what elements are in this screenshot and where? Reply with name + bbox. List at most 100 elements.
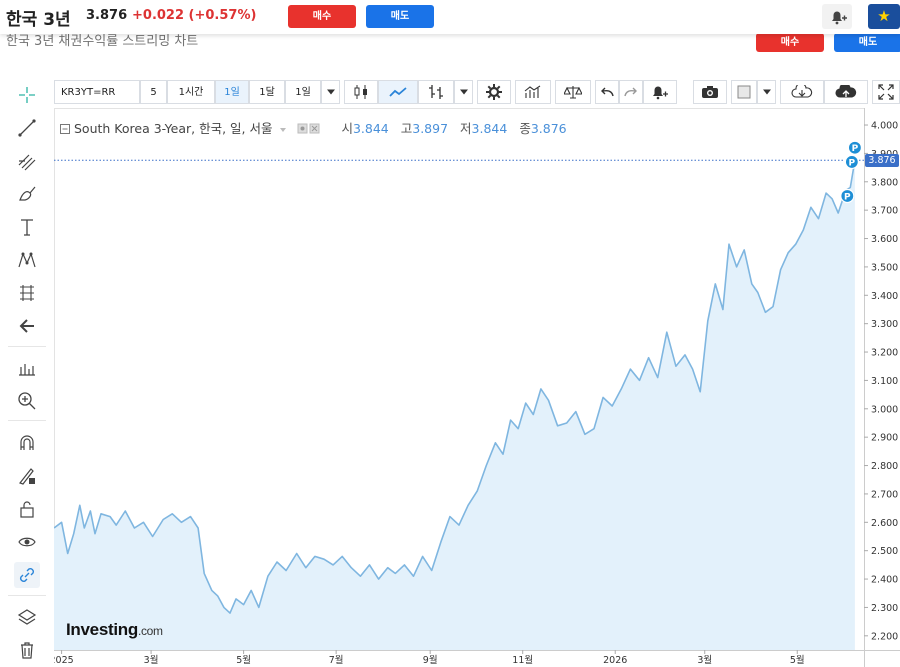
trend-line-icon	[18, 119, 36, 137]
collapse-legend-icon[interactable]	[60, 124, 70, 134]
redo-button[interactable]	[619, 80, 643, 104]
x-tick-label: 2026	[603, 655, 627, 666]
text-tool[interactable]	[14, 214, 40, 240]
investing-logo: Investing.com	[66, 620, 163, 640]
magnet-icon	[20, 435, 34, 450]
indicators-button[interactable]	[515, 80, 551, 104]
brush-icon	[19, 186, 36, 201]
x-tick-label: 9월	[423, 654, 438, 666]
watchlist-star-button[interactable]: ★	[868, 4, 900, 29]
last-price: 3.876	[86, 8, 128, 23]
fib-tool[interactable]	[14, 148, 40, 174]
trend-line-tool[interactable]	[14, 115, 40, 141]
low-label: 저	[460, 121, 472, 136]
zoom-tool[interactable]	[14, 388, 40, 414]
brush-tool[interactable]	[14, 181, 40, 207]
add-alert-button[interactable]	[822, 4, 852, 29]
interval-1month[interactable]: 1달	[249, 80, 285, 104]
interval-1day[interactable]: 1일	[215, 80, 249, 104]
legend-name: South Korea 3-Year, 한국, 일, 서울	[73, 121, 273, 136]
snapshot-button[interactable]	[693, 80, 727, 104]
layers-icon	[17, 609, 37, 625]
redo-icon	[624, 87, 637, 97]
ruler-tool[interactable]	[14, 355, 40, 381]
candles-button[interactable]	[344, 80, 378, 104]
link-icon	[20, 568, 34, 582]
lock-drawing-tool[interactable]	[14, 463, 40, 489]
color-dropdown[interactable]	[757, 80, 776, 104]
bars-button[interactable]	[418, 80, 454, 104]
crosshair-icon	[19, 87, 35, 103]
chart-type-dropdown[interactable]	[454, 80, 473, 104]
buy-button[interactable]: 매수	[288, 5, 356, 28]
x-tick-label: 3월	[697, 654, 712, 666]
layers-tool[interactable]	[14, 604, 40, 630]
interval-5[interactable]: 5	[140, 80, 167, 104]
magnet-tool[interactable]	[14, 430, 40, 456]
high-value: 3.897	[412, 121, 449, 136]
y-tick-label: 2.600	[871, 518, 898, 529]
link-tool[interactable]	[14, 562, 40, 588]
y-tick-label: 3.200	[871, 348, 898, 359]
open-label: 시	[341, 121, 353, 136]
bell-plus-icon	[832, 11, 847, 25]
y-tick-label: 3.000	[871, 404, 898, 415]
arrow-left-icon	[19, 319, 34, 333]
tool-separator	[8, 595, 46, 596]
y-tick-label: 2.500	[871, 546, 898, 557]
close-value: 3.876	[530, 121, 567, 136]
undo-button[interactable]	[595, 80, 619, 104]
y-tick-label: 2.200	[871, 631, 898, 642]
color-picker-button[interactable]	[731, 80, 757, 104]
interval-dropdown-value[interactable]: 1일	[285, 80, 321, 104]
cloud-upload-icon	[835, 85, 857, 98]
settings-button[interactable]	[477, 80, 511, 104]
chart-area[interactable]: 2.200 2.300 2.400 2.500 2.600 2.700 2.800 2.900…	[54, 108, 900, 667]
text-icon	[21, 219, 33, 236]
close-label: 종	[519, 121, 531, 136]
instrument-title: 한국 3년	[6, 10, 71, 30]
visibility-tool[interactable]	[14, 529, 40, 555]
event-marker-label: P	[849, 158, 856, 168]
caret-down-icon	[762, 89, 771, 95]
y-tick-label: 3.100	[871, 376, 898, 387]
price-change-pct: (+0.57%)	[188, 8, 257, 23]
ruler-icon	[19, 364, 35, 376]
drawing-toolbar	[0, 78, 52, 667]
pattern-tool[interactable]	[14, 247, 40, 273]
delete-tool[interactable]	[14, 637, 40, 663]
unlock-icon	[20, 501, 34, 518]
load-chart-button[interactable]	[780, 80, 824, 104]
undo-icon	[601, 87, 614, 97]
gear-icon	[486, 84, 502, 100]
fullscreen-button[interactable]	[872, 80, 900, 104]
top-bar: 한국 3년 3.876 +0.022 (+0.57%) 매수 매도 ★	[0, 0, 900, 34]
alert-button[interactable]	[643, 80, 677, 104]
back-arrow-tool[interactable]	[14, 313, 40, 339]
star-icon: ★	[877, 7, 891, 25]
trash-icon	[21, 642, 33, 659]
sell-button[interactable]: 매도	[366, 5, 434, 28]
y-tick-label: 3.500	[871, 262, 898, 273]
fullscreen-icon	[878, 84, 894, 100]
unlock-tool[interactable]	[14, 496, 40, 522]
buy-button-secondary[interactable]: 매수	[756, 33, 824, 52]
prediction-tool[interactable]	[14, 280, 40, 306]
line-chart-button[interactable]	[378, 80, 418, 104]
indicators-icon	[524, 85, 541, 98]
crosshair-tool[interactable]	[14, 82, 40, 108]
sell-button-secondary[interactable]: 매도	[834, 33, 900, 52]
price-chart[interactable]: 2.200 2.300 2.400 2.500 2.600 2.700 2.800 2.900…	[54, 108, 900, 667]
save-chart-button[interactable]	[824, 80, 868, 104]
tool-separator	[8, 420, 46, 421]
pattern-icon	[18, 252, 36, 268]
interval-dropdown-button[interactable]	[321, 80, 340, 104]
caret-down-icon	[459, 89, 468, 95]
compare-button[interactable]	[555, 80, 591, 104]
pencil-lock-icon	[19, 468, 35, 485]
interval-1hour[interactable]: 1시간	[167, 80, 215, 104]
legend-dropdown-icon[interactable]	[279, 127, 287, 133]
symbol-field[interactable]: KR3YT=RR	[54, 80, 140, 104]
legend-settings-icons[interactable]	[297, 123, 329, 134]
tool-separator	[8, 346, 46, 347]
